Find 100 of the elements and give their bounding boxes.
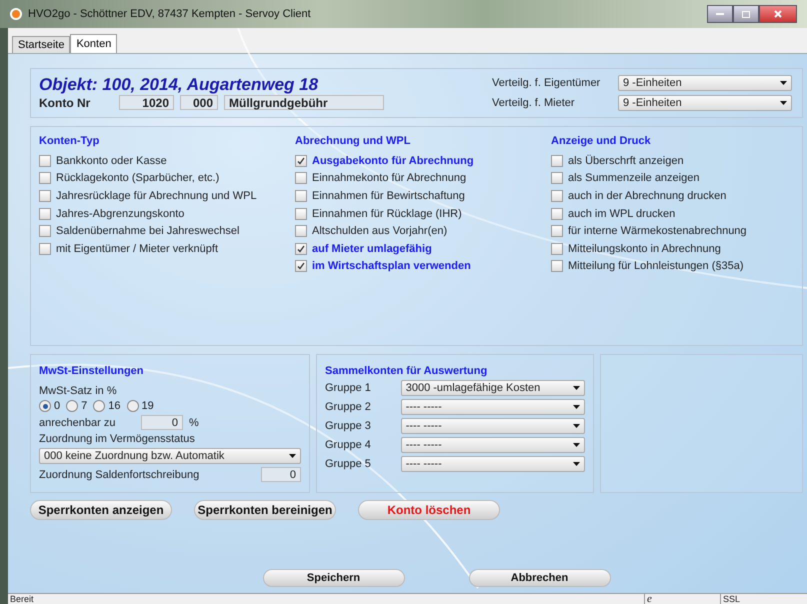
caret-icon	[780, 81, 787, 85]
radio-button[interactable]	[39, 400, 51, 412]
group-dropdown[interactable]: ---- -----	[400, 399, 585, 415]
checkbox[interactable]	[295, 260, 307, 272]
radio-label: 7	[81, 400, 88, 412]
group-label: Gruppe 4	[325, 439, 372, 451]
close-button[interactable]	[759, 5, 797, 23]
vat-rate-label: MwSt-Satz in %	[39, 385, 118, 397]
group-dropdown[interactable]: ---- -----	[400, 418, 585, 434]
checkbox[interactable]	[39, 225, 51, 238]
distribution-dropdown[interactable]: 9 -Einheiten	[618, 95, 792, 111]
checkbox[interactable]	[295, 225, 307, 238]
checkbox[interactable]	[295, 172, 307, 184]
action-button[interactable]: Sperrkonten anzeigen	[30, 500, 172, 520]
checkbox[interactable]	[295, 154, 307, 167]
footer-button[interactable]: Speichern	[262, 569, 404, 587]
checkbox[interactable]	[551, 225, 563, 238]
checkbox-label: Rücklagekonto (Sparbücher, etc.)	[56, 172, 220, 184]
footer-button[interactable]: Abbrechen	[468, 569, 610, 587]
checkbox[interactable]	[295, 242, 307, 255]
radio-button[interactable]	[66, 400, 78, 412]
distribution-label: Verteilg. f. Mieter	[492, 97, 576, 109]
radio-label: 19	[142, 400, 154, 412]
action-button[interactable]: Sperrkonten bereinigen	[194, 500, 336, 520]
creditable-label: anrechenbar zu	[39, 416, 116, 428]
sub-number-field[interactable]: 000	[180, 95, 218, 110]
checkbox[interactable]	[39, 242, 51, 255]
account-number-field[interactable]: 1020	[119, 95, 174, 110]
ssl-indicator: SSL	[720, 594, 742, 604]
group-dropdown[interactable]: ---- -----	[400, 437, 585, 453]
group-title: Sammelkonten für Auswertung	[325, 365, 488, 377]
checkbox-label: Einnahmen für Rücklage (IHR)	[312, 208, 462, 220]
checkbox[interactable]	[39, 190, 51, 202]
radio-button[interactable]	[93, 400, 106, 412]
checkbox-label: Bankkonto oder Kasse	[56, 154, 167, 167]
radio-button[interactable]	[126, 400, 138, 412]
checkbox-label: als Überschrft anzeigen	[568, 154, 684, 167]
caret-icon	[573, 386, 580, 390]
checkbox[interactable]	[39, 208, 51, 220]
group-title: Anzeige und Druck	[551, 135, 652, 147]
checkbox-label: Mitteilungskonto in Abrechnung	[568, 242, 721, 255]
konto-label: Konto Nr	[39, 96, 92, 110]
app-icon	[10, 8, 22, 20]
checkbox-label: im Wirtschaftsplan verwenden	[312, 260, 471, 272]
checkbox[interactable]	[551, 242, 563, 255]
caret-icon	[573, 462, 580, 466]
balance-label: Zuordnung Saldenfortschreibung	[39, 468, 200, 480]
checkbox-label: auch im WPL drucken	[568, 208, 676, 220]
checkbox-label: auf Mieter umlagefähig	[312, 242, 432, 255]
distribution-dropdown[interactable]: 9 -Einheiten	[618, 75, 792, 91]
group-label: Gruppe 5	[325, 458, 372, 470]
checkbox[interactable]	[39, 154, 51, 167]
object-title: Objekt: 100, 2014, Augartenweg 18	[39, 75, 320, 95]
account-name-field[interactable]: Müllgrundgebühr	[224, 95, 384, 110]
checkbox[interactable]	[295, 190, 307, 202]
checkbox[interactable]	[295, 208, 307, 220]
group-label: Gruppe 3	[325, 420, 372, 432]
creditable-field[interactable]: 0	[141, 415, 183, 430]
checkbox[interactable]	[39, 172, 51, 184]
checkbox-label: Saldenübernahme bei Jahreswechsel	[56, 225, 240, 238]
status-text: Bereit	[9, 594, 34, 604]
group-label: Gruppe 2	[325, 401, 372, 413]
caret-icon	[573, 424, 580, 428]
group-title: MwSt-Einstellungen	[39, 365, 144, 377]
group-title: Konten-Typ	[39, 135, 100, 147]
checkbox-label: als Summenzeile anzeigen	[568, 172, 700, 184]
caret-icon	[573, 443, 580, 447]
checkmark-icon	[297, 156, 305, 165]
maximize-button[interactable]	[733, 5, 759, 23]
checkbox-label: auch in der Abrechnung drucken	[568, 190, 726, 202]
distribution-label: Verteilg. f. Eigentümer	[492, 77, 602, 89]
tab[interactable]: Startseite	[12, 36, 70, 53]
group-dropdown[interactable]: ---- -----	[400, 456, 585, 472]
window-title: HVO2go - Schöttner EDV, 87437 Kempten - Servoy Client	[28, 8, 311, 20]
checkbox[interactable]	[551, 260, 563, 272]
group-title: Abrechnung und WPL	[295, 135, 412, 147]
checkbox[interactable]	[551, 190, 563, 202]
checkbox[interactable]	[551, 154, 563, 167]
checkmark-icon	[297, 262, 305, 270]
checkbox-label: Einnahmekonto für Abrechnung	[312, 172, 466, 184]
maximize-icon	[742, 10, 750, 18]
checkbox-label: Altschulden aus Vorjahr(en)	[312, 225, 448, 238]
assignment-dropdown[interactable]: 000 keine Zuordnung bzw. Automatik	[39, 448, 301, 464]
browser-indicator: e	[644, 594, 663, 604]
checkbox-label: mit Eigentümer / Mieter verknüpft	[56, 242, 218, 255]
minimize-icon	[716, 13, 724, 15]
assignment-label: Zuordnung im Vermögensstatus	[39, 433, 196, 445]
checkbox-label: Jahres-Abgrenzungskonto	[56, 208, 184, 220]
balance-field[interactable]: 0	[261, 467, 301, 482]
group-dropdown[interactable]: 3000 -umlagefähige Kosten	[400, 380, 585, 396]
checkbox[interactable]	[551, 208, 563, 220]
checkbox[interactable]	[551, 172, 563, 184]
checkmark-icon	[297, 244, 305, 253]
caret-icon	[289, 454, 296, 458]
checkbox-label: Mitteilung für Lohnleistungen (§35a)	[568, 260, 744, 272]
minimize-button[interactable]	[707, 5, 733, 23]
checkbox-label: Jahresrücklage für Abrechnung und WPL	[56, 190, 257, 202]
tab[interactable]: Konten	[70, 34, 118, 53]
percent-label: %	[189, 416, 199, 428]
checkbox-label: Ausgabekonto für Abrechnung	[312, 154, 474, 167]
